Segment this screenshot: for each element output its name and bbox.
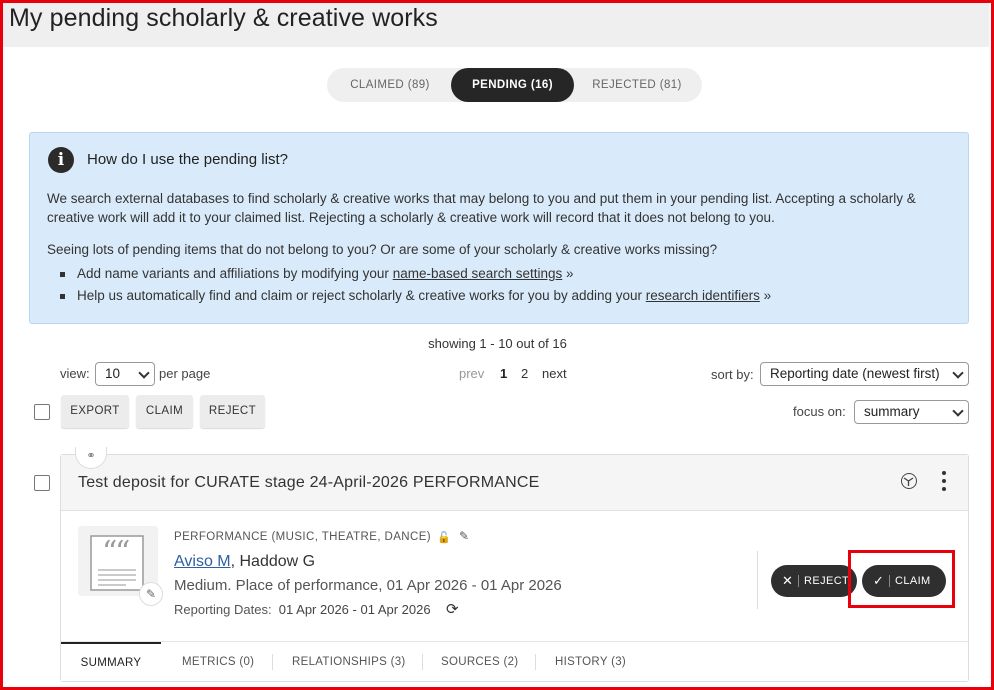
select-all-checkbox[interactable] — [34, 404, 50, 420]
work-type: PERFORMANCE (MUSIC, THEATRE, DANCE) — [174, 531, 432, 543]
chevron-down-icon — [138, 367, 150, 379]
lock-icon: 🔓 — [437, 532, 451, 544]
sort-label: sort by: — [711, 367, 754, 382]
tab-pending[interactable]: PENDING (16) — [451, 68, 574, 102]
status-tabs: CLAIMED (89) PENDING (16) REJECTED (81) — [327, 68, 702, 102]
divider — [757, 551, 758, 609]
bulk-claim-button[interactable]: CLAIM — [136, 395, 193, 428]
pending-help-box: i How do I use the pending list? We sear… — [29, 132, 969, 324]
bulk-reject-button[interactable]: REJECT — [200, 395, 265, 428]
refresh-icon[interactable]: ⟳ — [446, 600, 459, 618]
pager-prev: prev — [459, 366, 485, 381]
tab-divider — [535, 654, 536, 670]
pager-page-1: 1 — [500, 366, 508, 381]
per-page-label: per page — [159, 366, 211, 381]
help-title: How do I use the pending list? — [87, 151, 288, 168]
tab-rejected[interactable]: REJECTED (81) — [577, 68, 697, 102]
main-content: CLAIMED (89) PENDING (16) REJECTED (81) … — [9, 47, 986, 690]
tab-summary[interactable]: SUMMARY — [61, 642, 161, 682]
pager-page-2[interactable]: 2 — [521, 366, 528, 381]
view-label: view: — [60, 366, 90, 381]
svg-text:“: “ — [115, 535, 130, 570]
sort-select[interactable]: Reporting date (newest first) — [760, 362, 969, 386]
page-title: My pending scholarly & creative works — [9, 4, 438, 32]
more-options-icon[interactable] — [938, 469, 950, 493]
info-icon: i — [48, 147, 74, 173]
work-title[interactable]: Test deposit for CURATE stage 24-April-2… — [78, 474, 540, 492]
tab-divider — [272, 654, 273, 670]
item-checkbox[interactable] — [34, 475, 50, 491]
work-card: Test deposit for CURATE stage 24-April-2… — [60, 447, 969, 682]
chevron-down-icon — [952, 405, 964, 417]
close-icon: ✕ — [782, 573, 794, 588]
authors: Aviso M, Haddow G — [174, 553, 316, 570]
pager-next[interactable]: next — [542, 366, 567, 381]
reject-button[interactable]: ✕ REJECT — [771, 565, 857, 597]
per-page-select[interactable]: 10 — [95, 362, 155, 386]
card-header: Test deposit for CURATE stage 24-April-2… — [61, 455, 968, 511]
help-paragraph: We search external databases to find sch… — [47, 191, 916, 225]
card-tabs: SUMMARY METRICS (0) RELATIONSHIPS (3) SO… — [61, 641, 968, 681]
claim-highlight-box — [848, 550, 955, 608]
tab-divider — [422, 654, 423, 670]
focus-label: focus on: — [793, 404, 846, 419]
performance-details: Medium. Place of performance, 01 Apr 202… — [174, 577, 562, 594]
help-question: Seeing lots of pending items that do not… — [47, 242, 718, 257]
research-identifiers-link[interactable]: research identifiers — [646, 288, 760, 303]
results-count: showing 1 - 10 out of 16 — [428, 336, 567, 351]
reporting-dates: Reporting Dates: 01 Apr 2026 - 01 Apr 20… — [174, 602, 431, 617]
tab-relationships[interactable]: RELATIONSHIPS (3) — [292, 642, 406, 682]
tab-claimed[interactable]: CLAIMED (89) — [331, 68, 449, 102]
export-button[interactable]: EXPORT — [61, 395, 129, 428]
tab-sources[interactable]: SOURCES (2) — [441, 642, 518, 682]
edit-icon[interactable]: ✎ — [459, 529, 469, 543]
help-list-item: Add name variants and affiliations by mo… — [60, 266, 574, 281]
open-access-icon[interactable] — [901, 473, 917, 489]
edit-thumbnail-icon[interactable]: ✎ — [139, 582, 163, 606]
focus-select[interactable]: summary — [854, 400, 969, 424]
name-search-settings-link[interactable]: name-based search settings — [393, 266, 563, 281]
help-list-item: Help us automatically find and claim or … — [59, 288, 772, 303]
tab-history[interactable]: HISTORY (3) — [555, 642, 626, 682]
author-link[interactable]: Aviso M — [174, 553, 231, 570]
chevron-down-icon — [952, 367, 964, 379]
quote-document-icon: “ “ — [90, 535, 144, 591]
tab-metrics[interactable]: METRICS (0) — [182, 642, 254, 682]
